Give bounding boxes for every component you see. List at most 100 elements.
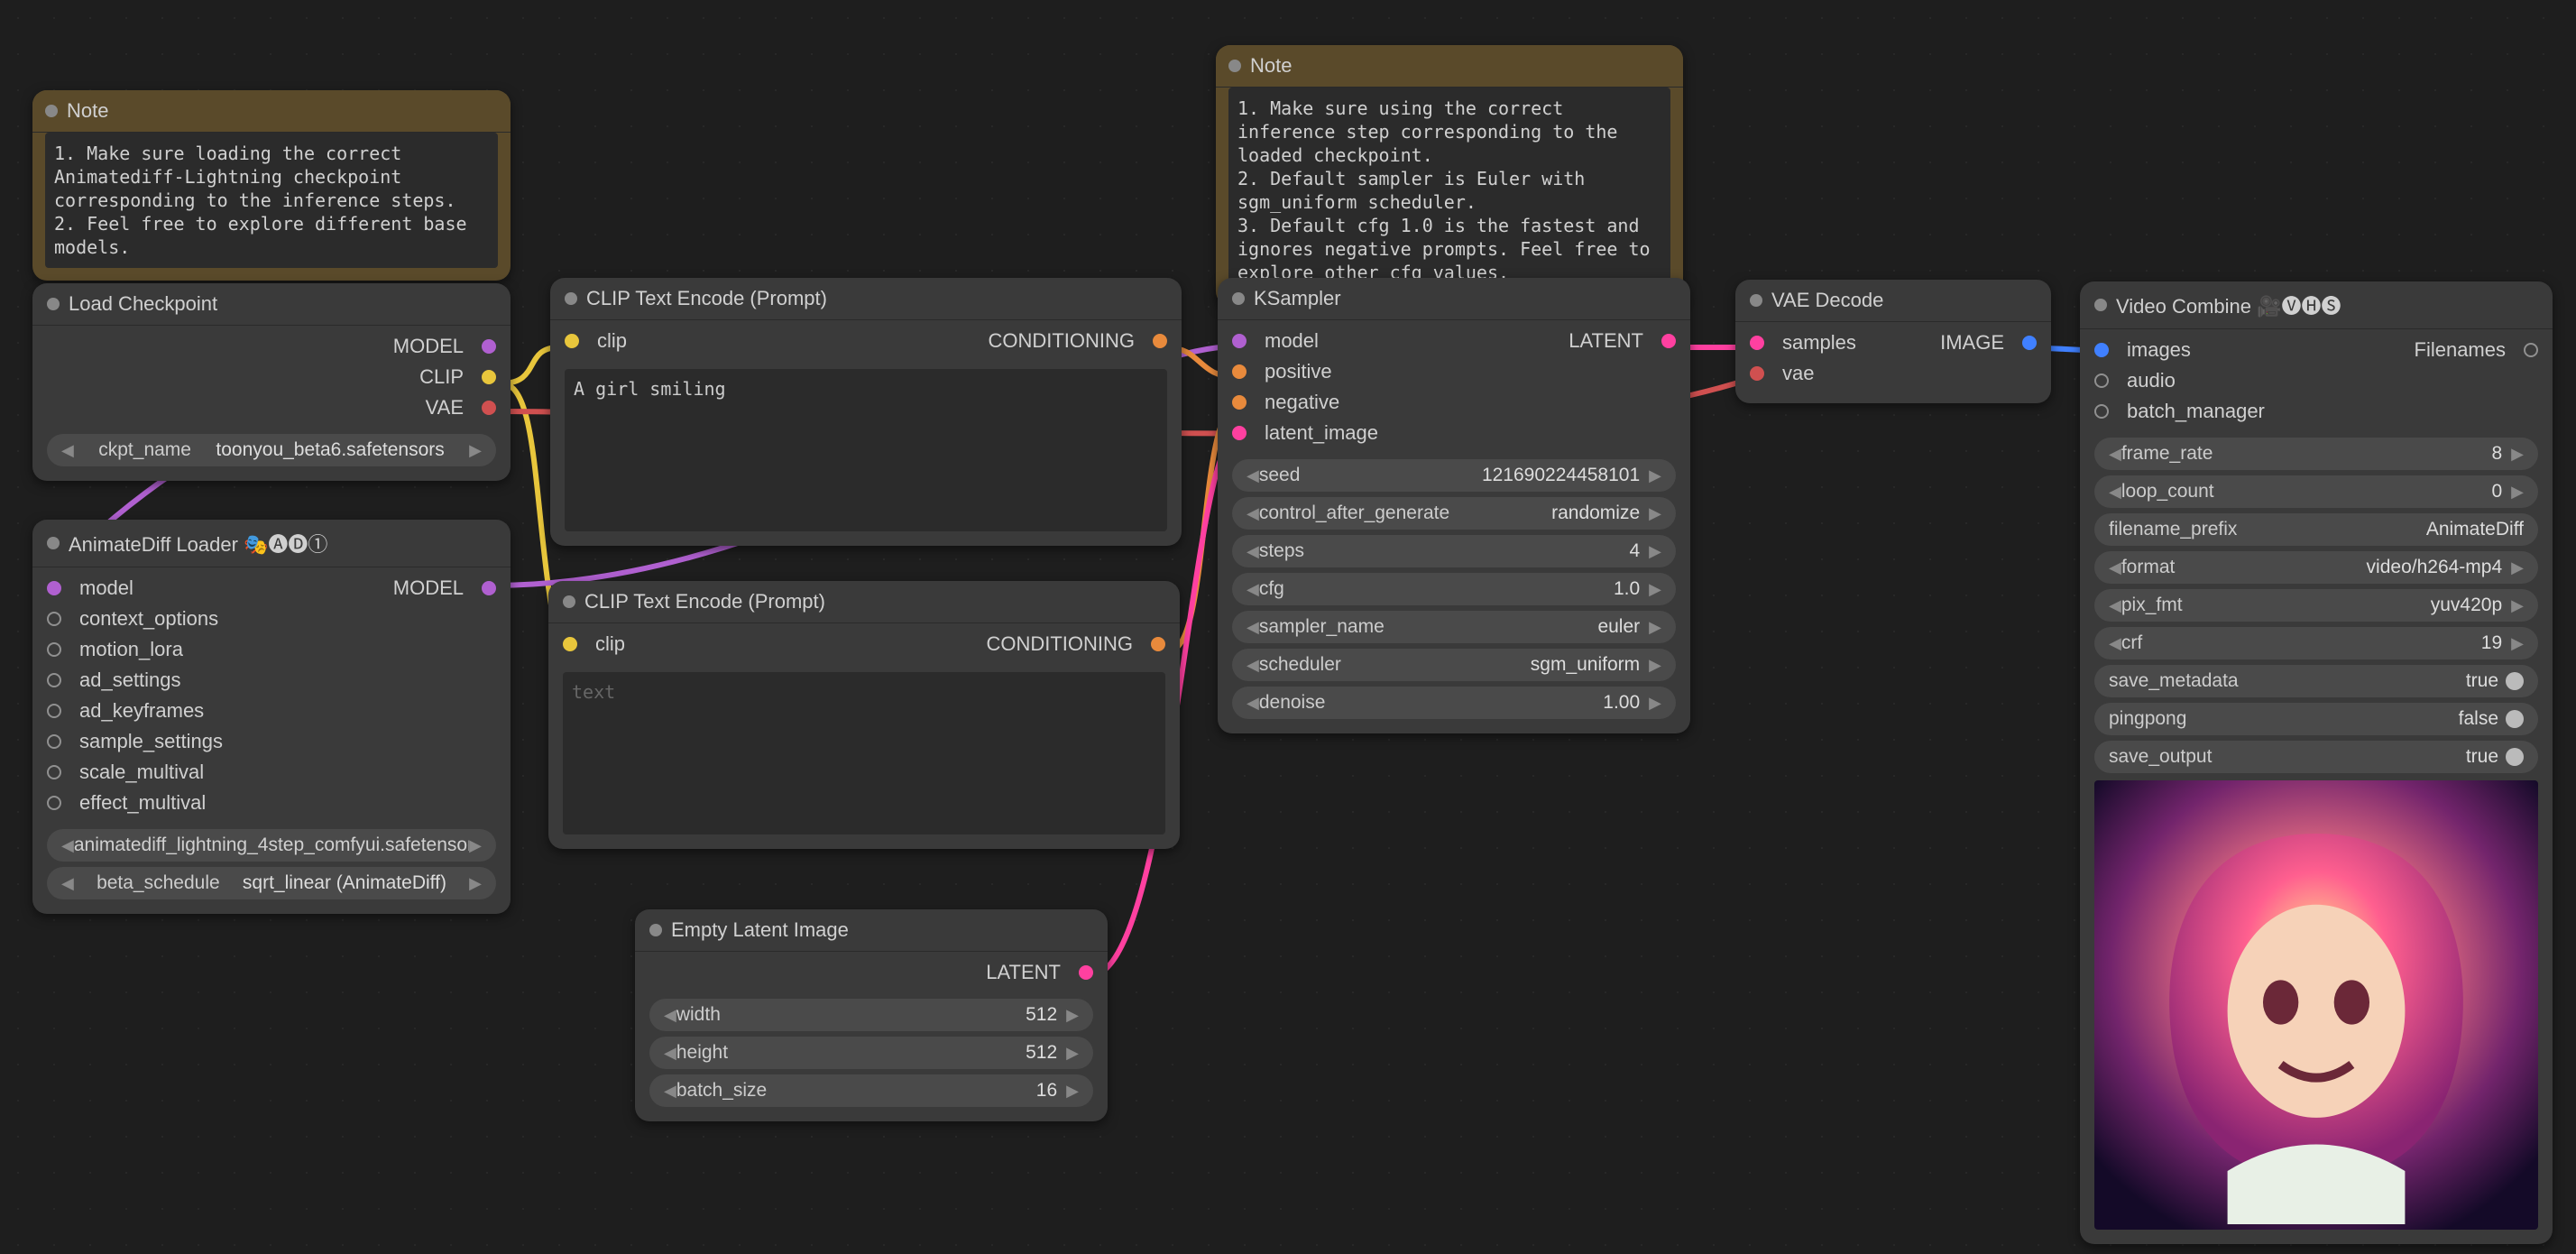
input-port-model[interactable] xyxy=(47,581,61,595)
left-arrow-icon[interactable]: ◀ xyxy=(1247,466,1259,485)
right-arrow-icon[interactable]: ▶ xyxy=(1649,504,1661,523)
ksampler-header[interactable]: KSampler xyxy=(1218,278,1690,320)
crf-widget[interactable]: ◀crf19▶ xyxy=(2094,627,2538,659)
right-arrow-icon[interactable]: ▶ xyxy=(1649,694,1661,713)
collapse-dot-icon[interactable] xyxy=(1232,292,1245,305)
left-arrow-icon[interactable]: ◀ xyxy=(2109,483,2121,502)
animatediff-loader-node[interactable]: AnimateDiff Loader 🎭🅐🅓① model MODEL cont… xyxy=(32,520,511,914)
output-port-image[interactable] xyxy=(2022,336,2037,350)
input-port-sample-settings[interactable] xyxy=(47,734,61,749)
denoise-widget[interactable]: ◀denoise1.00▶ xyxy=(1232,687,1676,719)
save-output-toggle[interactable]: save_outputtrue xyxy=(2094,741,2538,773)
output-port-clip[interactable] xyxy=(482,370,496,384)
empty-latent-image-node[interactable]: Empty Latent Image LATENT ◀width512▶ ◀he… xyxy=(635,909,1108,1121)
collapse-dot-icon[interactable] xyxy=(45,105,58,117)
load-checkpoint-node[interactable]: Load Checkpoint MODEL CLIP VAE ◀ ckpt_na… xyxy=(32,283,511,481)
right-arrow-icon[interactable]: ▶ xyxy=(1649,618,1661,637)
filename-prefix-widget[interactable]: filename_prefixAnimateDiff xyxy=(2094,513,2538,546)
pingpong-toggle[interactable]: pingpongfalse xyxy=(2094,703,2538,735)
left-arrow-icon[interactable]: ◀ xyxy=(61,836,74,855)
right-arrow-icon[interactable]: ▶ xyxy=(1649,466,1661,485)
clip-neg-textarea[interactable]: text xyxy=(563,672,1165,834)
input-port-model[interactable] xyxy=(1232,334,1247,348)
left-arrow-icon[interactable]: ◀ xyxy=(1247,542,1259,561)
pix-fmt-widget[interactable]: ◀pix_fmtyuv420p▶ xyxy=(2094,589,2538,622)
vae-decode-header[interactable]: VAE Decode xyxy=(1735,280,2051,322)
ksampler-node[interactable]: KSampler model LATENT positive negative … xyxy=(1218,278,1690,733)
clip-pos-header[interactable]: CLIP Text Encode (Prompt) xyxy=(550,278,1182,320)
input-port-motion-lora[interactable] xyxy=(47,642,61,657)
input-port-batch-manager[interactable] xyxy=(2094,404,2109,419)
left-arrow-icon[interactable]: ◀ xyxy=(664,1082,676,1101)
left-arrow-icon[interactable]: ◀ xyxy=(1247,618,1259,637)
control-after-generate-widget[interactable]: ◀control_after_generaterandomize▶ xyxy=(1232,497,1676,530)
right-arrow-icon[interactable]: ▶ xyxy=(469,441,482,460)
input-port-ad-keyframes[interactable] xyxy=(47,704,61,718)
left-arrow-icon[interactable]: ◀ xyxy=(664,1006,676,1025)
clip-text-encode-positive-node[interactable]: CLIP Text Encode (Prompt) clip CONDITION… xyxy=(550,278,1182,546)
right-arrow-icon[interactable]: ▶ xyxy=(1649,542,1661,561)
collapse-dot-icon[interactable] xyxy=(563,595,575,608)
input-port-negative[interactable] xyxy=(1232,395,1247,410)
frame-rate-widget[interactable]: ◀frame_rate8▶ xyxy=(2094,438,2538,470)
clip-text-encode-negative-node[interactable]: CLIP Text Encode (Prompt) clip CONDITION… xyxy=(548,581,1180,849)
save-metadata-toggle[interactable]: save_metadatatrue xyxy=(2094,665,2538,697)
input-port-scale-multival[interactable] xyxy=(47,765,61,779)
left-arrow-icon[interactable]: ◀ xyxy=(2109,558,2121,577)
video-preview[interactable] xyxy=(2094,780,2538,1230)
right-arrow-icon[interactable]: ▶ xyxy=(1066,1006,1079,1025)
ckpt-name-widget[interactable]: ◀ ckpt_name toonyou_beta6.safetensors ▶ xyxy=(47,434,496,466)
right-arrow-icon[interactable]: ▶ xyxy=(2511,558,2524,577)
left-arrow-icon[interactable]: ◀ xyxy=(2109,596,2121,615)
right-arrow-icon[interactable]: ▶ xyxy=(469,836,482,855)
animatediff-loader-header[interactable]: AnimateDiff Loader 🎭🅐🅓① xyxy=(32,520,511,567)
video-combine-header[interactable]: Video Combine 🎥🅥🅗🅢 xyxy=(2080,281,2553,329)
right-arrow-icon[interactable]: ▶ xyxy=(469,874,482,893)
input-port-effect-multival[interactable] xyxy=(47,796,61,810)
input-port-latent-image[interactable] xyxy=(1232,426,1247,440)
right-arrow-icon[interactable]: ▶ xyxy=(1649,656,1661,675)
height-widget[interactable]: ◀height512▶ xyxy=(649,1037,1093,1069)
output-port-latent[interactable] xyxy=(1661,334,1676,348)
collapse-dot-icon[interactable] xyxy=(47,537,60,549)
batch-size-widget[interactable]: ◀batch_size16▶ xyxy=(649,1074,1093,1107)
steps-widget[interactable]: ◀steps4▶ xyxy=(1232,535,1676,567)
format-widget[interactable]: ◀formatvideo/h264-mp4▶ xyxy=(2094,551,2538,584)
sampler-name-widget[interactable]: ◀sampler_nameeuler▶ xyxy=(1232,611,1676,643)
cfg-widget[interactable]: ◀cfg1.0▶ xyxy=(1232,573,1676,605)
input-port-clip[interactable] xyxy=(563,637,577,651)
input-port-context-options[interactable] xyxy=(47,612,61,626)
right-arrow-icon[interactable]: ▶ xyxy=(2511,634,2524,653)
input-port-samples[interactable] xyxy=(1750,336,1764,350)
left-arrow-icon[interactable]: ◀ xyxy=(2109,445,2121,464)
collapse-dot-icon[interactable] xyxy=(649,924,662,936)
collapse-dot-icon[interactable] xyxy=(565,292,577,305)
input-port-audio[interactable] xyxy=(2094,373,2109,388)
scheduler-widget[interactable]: ◀schedulersgm_uniform▶ xyxy=(1232,649,1676,681)
output-port-model[interactable] xyxy=(482,581,496,595)
right-arrow-icon[interactable]: ▶ xyxy=(1649,580,1661,599)
output-port-model[interactable] xyxy=(482,339,496,354)
left-arrow-icon[interactable]: ◀ xyxy=(664,1044,676,1063)
seed-widget[interactable]: ◀seed121690224458101▶ xyxy=(1232,459,1676,492)
note-node-1[interactable]: Note 1. Make sure loading the correct An… xyxy=(32,90,511,281)
left-arrow-icon[interactable]: ◀ xyxy=(1247,694,1259,713)
vae-decode-node[interactable]: VAE Decode samples IMAGE vae xyxy=(1735,280,2051,403)
input-port-ad-settings[interactable] xyxy=(47,673,61,687)
collapse-dot-icon[interactable] xyxy=(47,298,60,310)
beta-schedule-widget[interactable]: ◀ beta_schedule sqrt_linear (AnimateDiff… xyxy=(47,867,496,899)
output-port-conditioning[interactable] xyxy=(1153,334,1167,348)
clip-neg-header[interactable]: CLIP Text Encode (Prompt) xyxy=(548,581,1180,623)
right-arrow-icon[interactable]: ▶ xyxy=(2511,445,2524,464)
empty-latent-header[interactable]: Empty Latent Image xyxy=(635,909,1108,952)
left-arrow-icon[interactable]: ◀ xyxy=(1247,656,1259,675)
note-2-header[interactable]: Note xyxy=(1216,45,1683,88)
right-arrow-icon[interactable]: ▶ xyxy=(1066,1044,1079,1063)
load-checkpoint-header[interactable]: Load Checkpoint xyxy=(32,283,511,326)
left-arrow-icon[interactable]: ◀ xyxy=(61,874,74,893)
note-1-header[interactable]: Note xyxy=(32,90,511,133)
right-arrow-icon[interactable]: ▶ xyxy=(2511,596,2524,615)
loop-count-widget[interactable]: ◀loop_count0▶ xyxy=(2094,475,2538,508)
left-arrow-icon[interactable]: ◀ xyxy=(61,441,74,460)
video-combine-node[interactable]: Video Combine 🎥🅥🅗🅢 images Filenames audi… xyxy=(2080,281,2553,1244)
